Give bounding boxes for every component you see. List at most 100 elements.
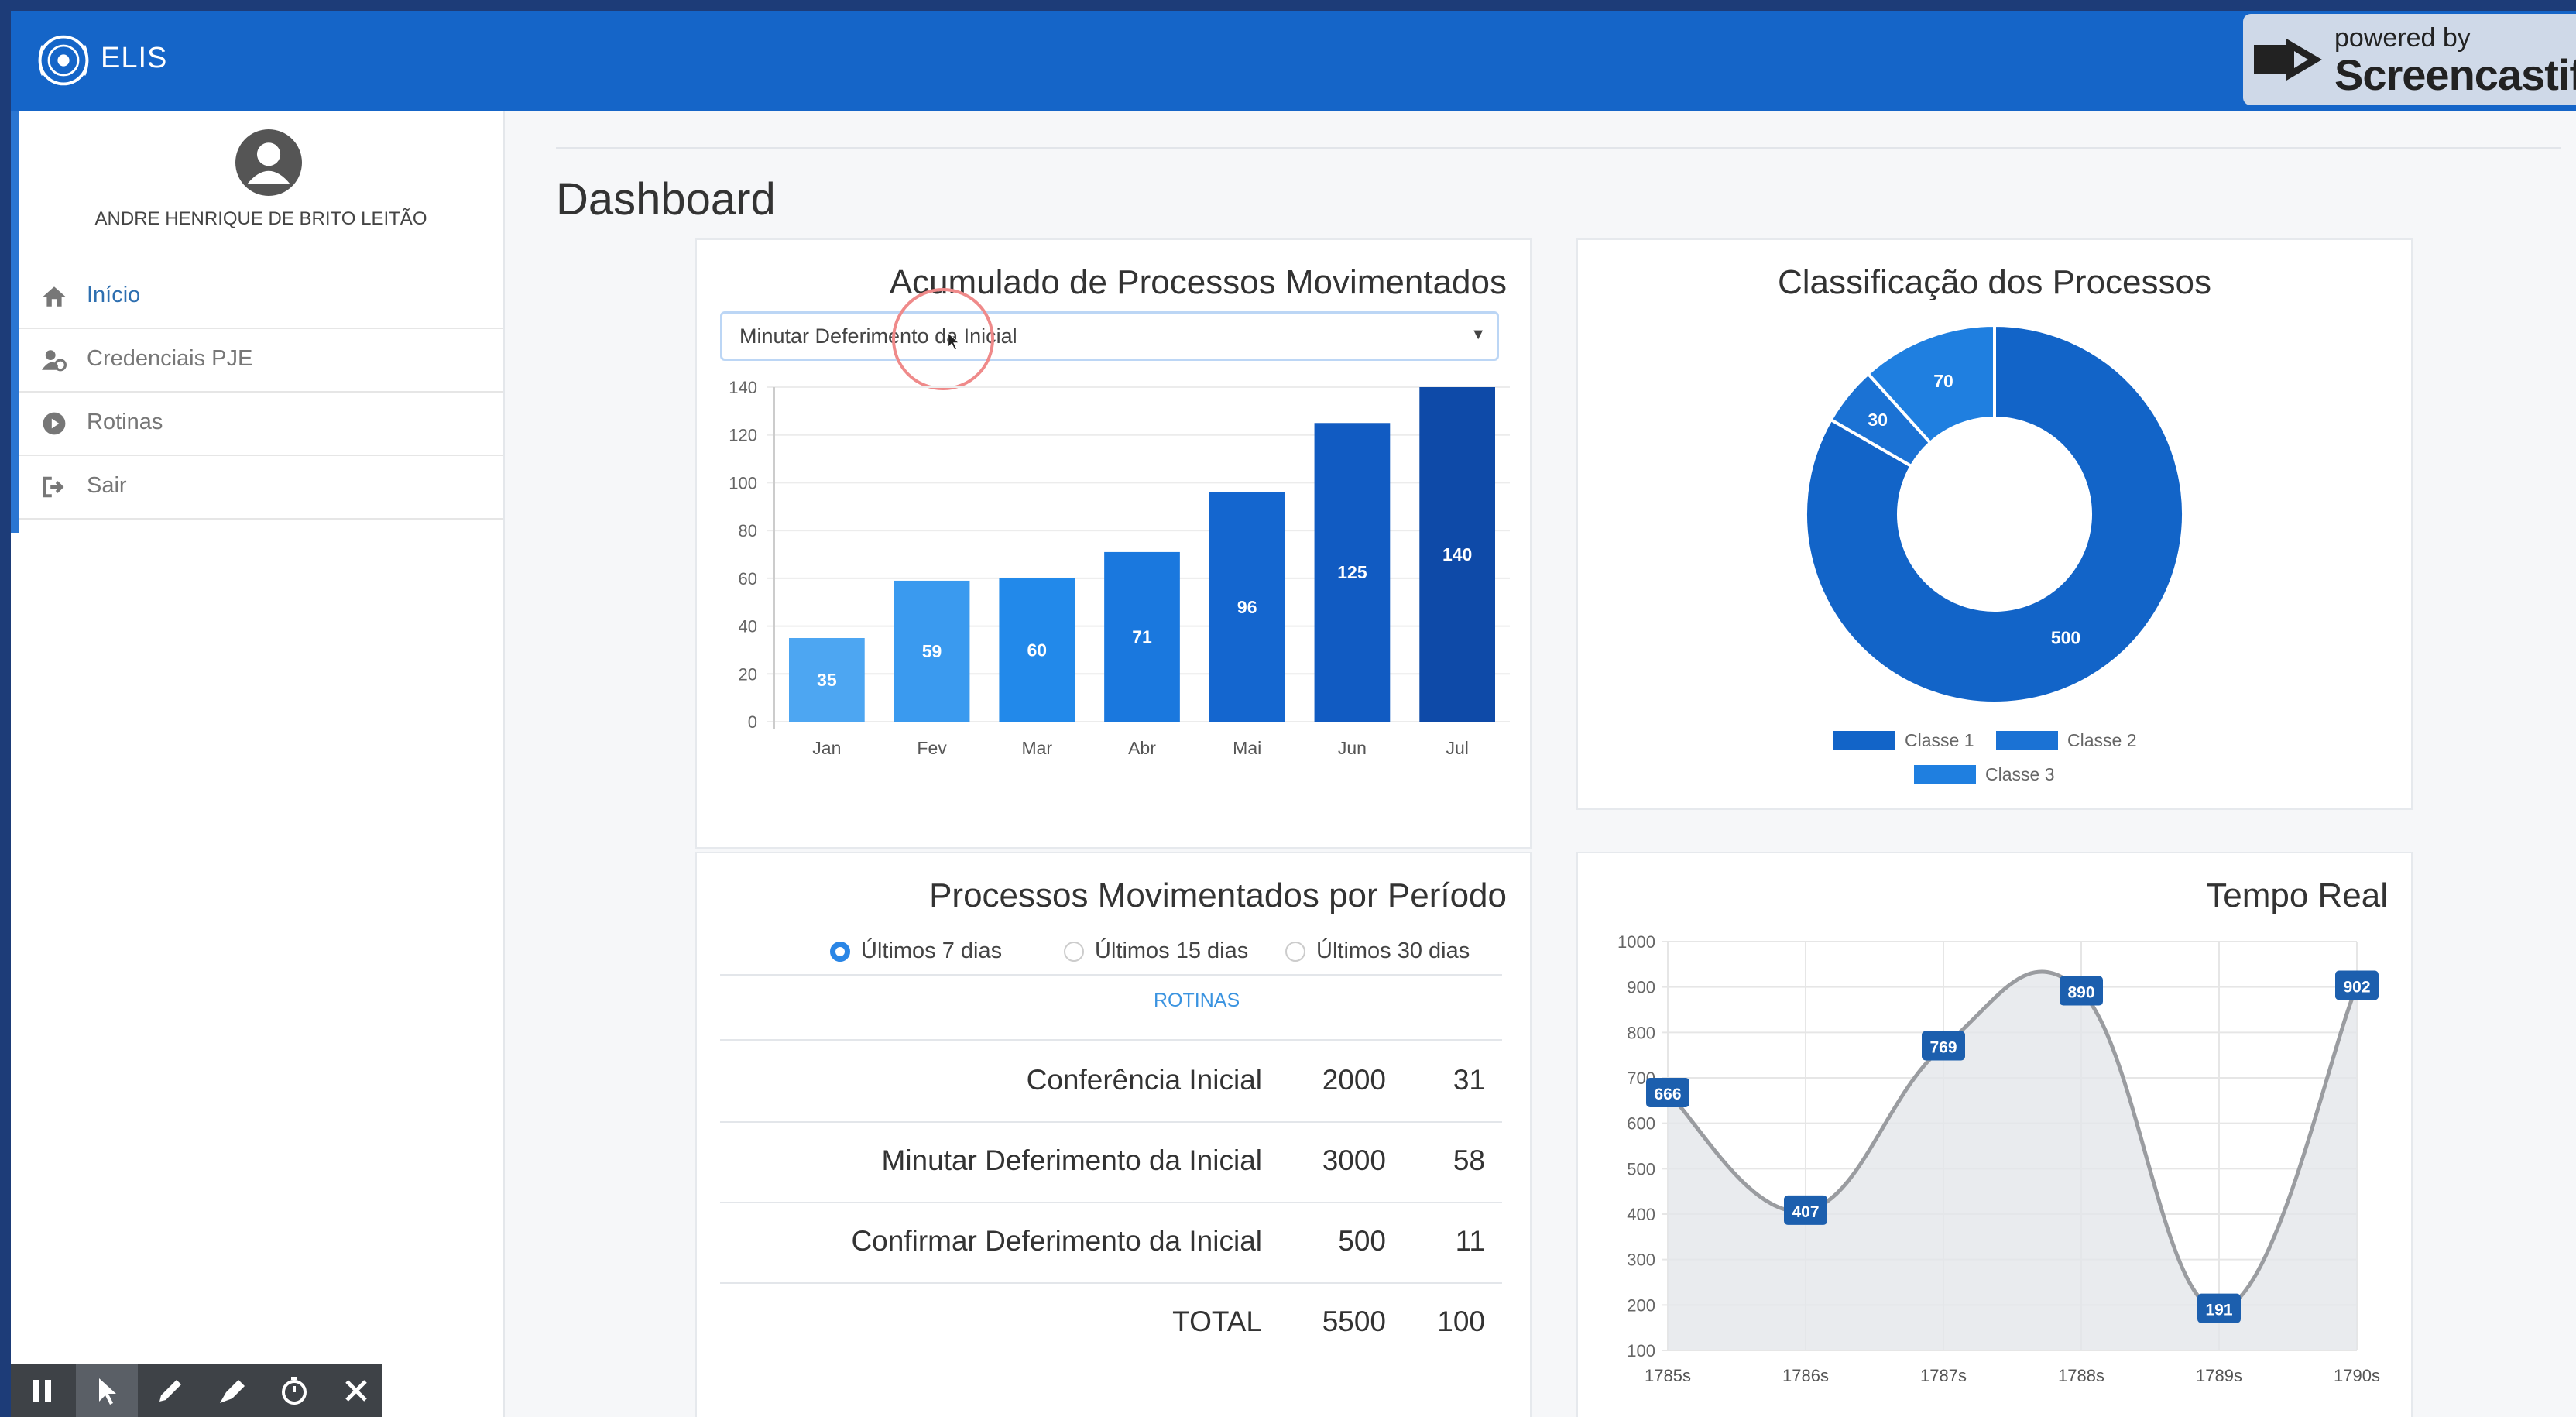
table-row: Minutar Deferimento da Inicial 3000 58 bbox=[720, 1123, 1502, 1203]
cursor-icon bbox=[99, 1378, 116, 1405]
radio-label: Últimos 30 dias bbox=[1316, 938, 1470, 963]
data-label: 890 bbox=[2067, 984, 2094, 1002]
y-tick-label: 100 bbox=[729, 473, 757, 492]
table-divider bbox=[720, 1039, 1502, 1041]
sign-out-icon bbox=[43, 476, 64, 498]
x-tick-label: 1787s bbox=[1920, 1366, 1967, 1385]
sidebar-item-rotinas[interactable]: Rotinas bbox=[19, 393, 503, 456]
header-divider bbox=[556, 147, 2561, 149]
row-value-b: 31 bbox=[1453, 1064, 1485, 1096]
pointer-tool-button[interactable] bbox=[76, 1364, 138, 1417]
top-bar: ELIS powered by Screencastify bbox=[11, 11, 2576, 111]
legend-label: Classe 2 bbox=[2067, 730, 2136, 750]
bar-value-label: 59 bbox=[922, 641, 942, 661]
y-tick-label: 60 bbox=[739, 569, 757, 588]
table-header-rotinas: ROTINAS bbox=[1154, 990, 1240, 1011]
y-tick-label: 80 bbox=[739, 521, 757, 540]
total-label: TOTAL bbox=[1172, 1305, 1262, 1337]
radio-selected-icon bbox=[830, 942, 850, 962]
y-tick-label: 400 bbox=[1627, 1205, 1655, 1224]
periodo-title: Processos Movimentados por Período bbox=[929, 877, 1507, 914]
sidebar-accent bbox=[11, 111, 19, 533]
legend-label: Classe 1 bbox=[1905, 730, 1974, 750]
sidebar-item-label: Sair bbox=[87, 473, 127, 498]
y-tick-label: 0 bbox=[748, 712, 757, 732]
screencastify-logo-icon bbox=[2254, 39, 2322, 81]
bar-value-label: 35 bbox=[817, 670, 837, 690]
x-tick-label: 1785s bbox=[1645, 1366, 1691, 1385]
recording-toolbar bbox=[11, 1364, 382, 1417]
sidebar-item-sair[interactable]: Sair bbox=[19, 456, 503, 520]
table-row: Confirmar Deferimento da Inicial 500 11 bbox=[720, 1203, 1502, 1284]
court-seal-logo bbox=[38, 35, 89, 86]
row-value-a: 3000 bbox=[1322, 1144, 1386, 1176]
doughnut-chart: 500 30 70 Classe 1 Classe 2 Classe 3 bbox=[1804, 323, 2185, 784]
area-fill bbox=[1668, 971, 2357, 1350]
tempo-real-title: Tempo Real bbox=[2206, 877, 2388, 914]
row-name: Confirmar Deferimento da Inicial bbox=[851, 1225, 1262, 1257]
mouse-cursor-icon bbox=[948, 331, 960, 351]
radio-label: Últimos 7 dias bbox=[861, 938, 1003, 963]
radio-15-dias[interactable]: Últimos 15 dias bbox=[1064, 938, 1248, 964]
row-name: Minutar Deferimento da Inicial bbox=[881, 1144, 1263, 1176]
radio-7-dias[interactable]: Últimos 7 dias bbox=[830, 938, 1002, 964]
radio-unselected-icon bbox=[1064, 942, 1084, 962]
y-tick-label: 900 bbox=[1627, 978, 1655, 997]
row-value-a: 2000 bbox=[1322, 1064, 1386, 1096]
y-tick-label: 120 bbox=[729, 426, 757, 445]
data-label: 769 bbox=[1929, 1039, 1957, 1057]
pen-icon[interactable] bbox=[155, 1375, 186, 1406]
pause-icon[interactable] bbox=[26, 1375, 57, 1406]
y-tick-label: 500 bbox=[1627, 1159, 1655, 1179]
close-icon[interactable] bbox=[341, 1375, 372, 1406]
user-gear-icon bbox=[42, 350, 67, 372]
timer-icon[interactable] bbox=[279, 1375, 310, 1406]
classificacao-card: Classificação dos Processos 500 30 70 Class… bbox=[1576, 238, 2413, 810]
radio-30-dias[interactable]: Últimos 30 dias bbox=[1285, 938, 1470, 964]
row-value-b: 58 bbox=[1453, 1144, 1485, 1176]
row-value-b: 11 bbox=[1455, 1225, 1485, 1257]
bar-value-label: 140 bbox=[1442, 544, 1472, 564]
tempo-real-card: Tempo Real 100 200 300 400 500 600 700 800 900 10… bbox=[1576, 852, 2413, 1417]
bar-value-label: 60 bbox=[1027, 640, 1047, 660]
highlighter-icon[interactable] bbox=[217, 1375, 248, 1406]
row-value-a: 500 bbox=[1338, 1225, 1386, 1257]
data-label: 902 bbox=[2343, 978, 2370, 996]
y-tick-label: 1000 bbox=[1617, 932, 1655, 952]
periodo-card: Processos Movimentados por Período Últim… bbox=[695, 852, 1532, 1417]
sidebar-item-credenciais[interactable]: Credenciais PJE bbox=[19, 329, 503, 393]
y-tick-label: 300 bbox=[1627, 1251, 1655, 1270]
x-tick-label: 1786s bbox=[1782, 1366, 1829, 1385]
bar-value-label: 96 bbox=[1237, 597, 1257, 617]
row-name: Conferência Inicial bbox=[1026, 1064, 1262, 1096]
bar-value-label: 125 bbox=[1337, 562, 1367, 582]
y-tick-label: 800 bbox=[1627, 1023, 1655, 1042]
table-total-row: TOTAL 5500 100 bbox=[720, 1284, 1502, 1364]
y-tick-label: 20 bbox=[739, 664, 757, 684]
app-window: ELIS powered by Screencastify ANDRE HENR… bbox=[11, 11, 2576, 1417]
x-tick-label: Fev bbox=[917, 738, 947, 758]
rotina-select[interactable]: Minutar Deferimento da Inicial ▼ bbox=[720, 311, 1499, 361]
table-row: Conferência Inicial 2000 31 bbox=[720, 1042, 1502, 1123]
x-tick-label: Jan bbox=[812, 738, 841, 758]
x-tick-label: 1789s bbox=[2196, 1366, 2242, 1385]
bar-value-label: 71 bbox=[1132, 626, 1152, 647]
sidebar-item-inicio[interactable]: Início bbox=[19, 266, 503, 329]
legend-label: Classe 3 bbox=[1985, 764, 2054, 784]
area-chart: 10020030040050060070080090010001785s 1786… bbox=[1617, 932, 2380, 1385]
app-name[interactable]: ELIS bbox=[101, 42, 167, 75]
page-title: Dashboard bbox=[556, 174, 776, 225]
sidebar-item-label: Rotinas bbox=[87, 410, 163, 434]
sidebar-item-label: Credenciais PJE bbox=[87, 346, 253, 371]
y-tick-label: 600 bbox=[1627, 1114, 1655, 1134]
bar-chart: 0 20 40 60 80 100 120 140 35 Jan 59 Fev 60 Mar 71 Abr 96… bbox=[729, 378, 1510, 758]
x-tick-label: Jul bbox=[1446, 738, 1468, 758]
classificacao-title: Classificação dos Processos bbox=[1777, 263, 2211, 301]
total-value-b: 100 bbox=[1437, 1305, 1485, 1337]
play-circle-icon bbox=[43, 412, 66, 435]
y-tick-label: 100 bbox=[1627, 1341, 1655, 1360]
legend-swatch bbox=[1996, 731, 2058, 750]
data-label: 666 bbox=[1654, 1086, 1681, 1103]
acumulado-card: Acumulado de Processos Movimentados Minu… bbox=[695, 238, 1532, 849]
x-tick-label: Abr bbox=[1128, 738, 1156, 758]
